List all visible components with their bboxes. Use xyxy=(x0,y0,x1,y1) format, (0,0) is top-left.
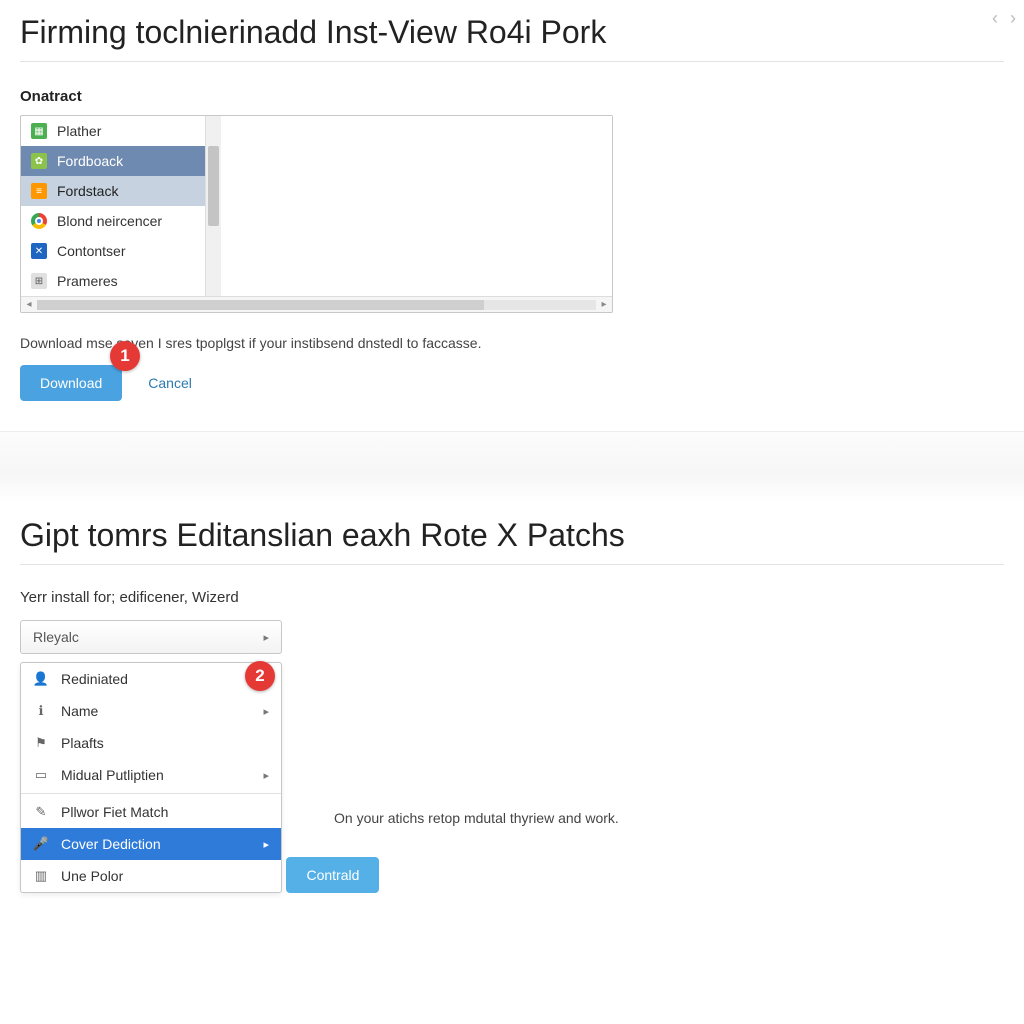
grid-icon: ⊞ xyxy=(31,273,47,289)
rleyalc-dropdown[interactable]: Rleyalc ▸ xyxy=(20,620,282,654)
listbox-item-2[interactable]: ≡ Fordstack xyxy=(21,176,205,206)
listbox-item-label: Prameres xyxy=(57,273,118,289)
listbox-item-4[interactable]: ✕ Contontser xyxy=(21,236,205,266)
doc-icon: ▭ xyxy=(33,767,49,783)
menu-item-label: Midual Putliptien xyxy=(61,767,164,783)
step-badge-2: 2 xyxy=(245,661,275,691)
tree-icon: ✿ xyxy=(31,153,47,169)
flag-icon: ⚑ xyxy=(33,735,49,751)
listbox-item-label: Fordstack xyxy=(57,183,118,199)
menu-item-cover-dediction[interactable]: 🎤 Cover Dediction ▸ xyxy=(21,828,281,860)
page-title-2: Gipt tomrs Editanslian eaxh Rote X Patch… xyxy=(20,503,1004,565)
menu-item-pllwor-fiet-match[interactable]: ✎ Pllwor Fiet Match xyxy=(21,796,281,828)
listbox-item-label: Plather xyxy=(57,123,101,139)
menu-item-rediniated[interactable]: 👤 Rediniated xyxy=(21,663,281,695)
bars-icon: ▥ xyxy=(33,868,49,884)
page-title-1: Firming toclnierinadd Inst-View Ro4i Por… xyxy=(20,0,1004,62)
listbox-item-label: Fordboack xyxy=(57,153,123,169)
submenu-arrow-icon: ▸ xyxy=(263,838,269,851)
menu-item-label: Rediniated xyxy=(61,671,128,687)
brief-icon: ≡ xyxy=(31,183,47,199)
submenu-arrow-icon: ▸ xyxy=(263,705,269,718)
listbox-detail-pane xyxy=(221,116,612,296)
onatract-listbox[interactable]: ▦ Plather ✿ Fordboack ≡ Fordstack Blond neirce… xyxy=(20,115,613,313)
menu-item-une-polor[interactable]: ▥ Une Polor xyxy=(21,860,281,892)
install-wizard-label: Yerr install for; edificener, Wizerd xyxy=(20,589,1004,606)
mic-icon: 🎤 xyxy=(33,836,49,852)
submenu-arrow-icon: ▸ xyxy=(263,769,269,782)
step-badge-1: 1 xyxy=(110,341,140,371)
cover-dediction-note: On your atichs retop mdutal thyriew and … xyxy=(334,810,619,826)
person-icon: 👤 xyxy=(33,671,49,687)
listbox-hscrollbar[interactable]: ◂ ▸ xyxy=(21,296,612,312)
menu-separator xyxy=(21,793,281,794)
menu-item-label: Pllwor Fiet Match xyxy=(61,804,168,820)
section-gipt: Gipt tomrs Editanslian eaxh Rote X Patch… xyxy=(0,503,1024,893)
nav-forward-icon[interactable]: › xyxy=(1010,8,1016,29)
chevron-down-icon: ▸ xyxy=(263,631,269,644)
options-context-menu[interactable]: 2 👤 Rediniated ℹ Name ▸ ⚑ Plaafts ▭ Midual Putli… xyxy=(20,662,282,893)
chrome-icon xyxy=(31,213,47,229)
contrald-button[interactable]: Contrald xyxy=(286,857,379,893)
menu-item-label: Plaafts xyxy=(61,735,104,751)
listbox-item-label: Blond neircencer xyxy=(57,213,162,229)
nav-back-icon[interactable]: ‹ xyxy=(992,8,998,29)
dropdown-value: Rleyalc xyxy=(33,629,79,645)
info-icon: ℹ xyxy=(33,703,49,719)
section-firming: Firming toclnierinadd Inst-View Ro4i Por… xyxy=(0,0,1024,401)
menu-item-label: Name xyxy=(61,703,98,719)
listbox-item-5[interactable]: ⊞ Prameres xyxy=(21,266,205,296)
subheading-onatract: Onatract xyxy=(20,88,1004,105)
wand-icon: ✎ xyxy=(33,804,49,820)
listbox-item-3[interactable]: Blond neircencer xyxy=(21,206,205,236)
menu-item-name[interactable]: ℹ Name ▸ xyxy=(21,695,281,727)
listbox-item-label: Contontser xyxy=(57,243,125,259)
green-icon: ▦ xyxy=(31,123,47,139)
cancel-button[interactable]: Cancel xyxy=(144,365,196,401)
menu-item-plaafts[interactable]: ⚑ Plaafts xyxy=(21,727,281,759)
menu-item-midual-putliptien[interactable]: ▭ Midual Putliptien ▸ xyxy=(21,759,281,791)
listbox-item-1[interactable]: ✿ Fordboack xyxy=(21,146,205,176)
listbox-item-0[interactable]: ▦ Plather xyxy=(21,116,205,146)
menu-item-label: Cover Dediction xyxy=(61,836,161,852)
blue-icon: ✕ xyxy=(31,243,47,259)
menu-item-label: Une Polor xyxy=(61,868,123,884)
download-button[interactable]: Download xyxy=(20,365,122,401)
download-helper-text: Download mse seven I sres tpoplgst if yo… xyxy=(20,335,1004,351)
listbox-vscrollbar[interactable] xyxy=(205,116,221,296)
